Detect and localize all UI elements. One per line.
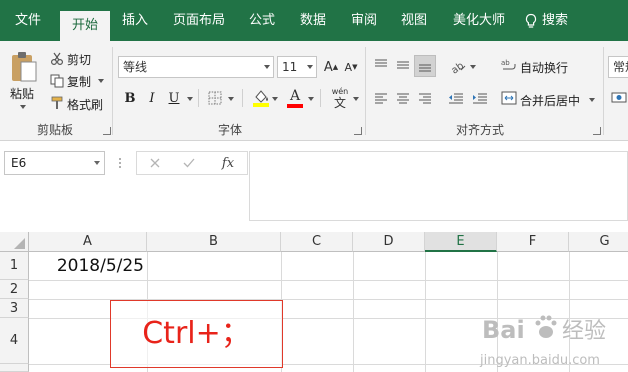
lightbulb-icon: [525, 13, 537, 28]
number-format-select[interactable]: 常规: [608, 56, 628, 78]
tab-home[interactable]: 开始: [60, 11, 110, 41]
format-painter-icon[interactable]: [48, 94, 66, 112]
tab-page-layout[interactable]: 页面布局: [162, 0, 236, 41]
name-box[interactable]: E6: [4, 151, 105, 175]
row-header-5[interactable]: [0, 364, 29, 372]
tab-data[interactable]: 数据: [290, 0, 336, 41]
row-header-1[interactable]: 1: [0, 252, 29, 280]
formula-bar-area: E6 fx: [0, 141, 628, 232]
tab-beautify[interactable]: 美化大师: [444, 0, 514, 41]
tell-me-search[interactable]: 搜索: [524, 0, 588, 41]
ribbon-home: 粘贴 剪切 复制 格式刷 剪贴板 等线 11 A ▲ A ▼ B I U A wén: [0, 41, 628, 141]
tab-insert[interactable]: 插入: [112, 0, 158, 41]
merge-center-icon[interactable]: [500, 89, 518, 107]
font-name-select[interactable]: 等线: [118, 56, 274, 78]
formula-bar-grip-icon: [118, 157, 122, 169]
font-color-icon[interactable]: A: [285, 87, 305, 109]
shortcut-annotation-box: Ctrl+；: [110, 300, 283, 368]
column-header-c[interactable]: C: [281, 232, 353, 252]
clipboard-icon: [12, 52, 37, 82]
copy-icon[interactable]: [48, 72, 66, 90]
align-right-icon[interactable]: [416, 89, 434, 107]
font-size-select[interactable]: 11: [277, 56, 317, 78]
increase-font-icon[interactable]: A ▲: [322, 57, 340, 77]
shortcut-annotation-text: Ctrl+；: [142, 316, 251, 351]
cut-button[interactable]: 剪切: [67, 51, 91, 68]
formula-buttons: fx: [136, 151, 248, 175]
insert-function-button[interactable]: fx: [217, 154, 239, 172]
format-painter-button[interactable]: 格式刷: [67, 96, 103, 113]
svg-text:ab: ab: [501, 59, 510, 67]
cell-a1[interactable]: 2018/5/25: [29, 253, 147, 280]
accounting-format-icon[interactable]: [610, 87, 628, 107]
bold-button[interactable]: B: [122, 88, 138, 108]
select-all-corner[interactable]: [0, 232, 29, 252]
copy-button[interactable]: 复制: [67, 73, 91, 90]
decrease-font-icon[interactable]: A ▼: [342, 57, 360, 77]
column-header-a[interactable]: A: [29, 232, 147, 252]
cut-icon[interactable]: [48, 50, 66, 68]
column-header-f[interactable]: F: [497, 232, 569, 252]
merge-center-button[interactable]: 合并后居中: [520, 92, 580, 109]
paste-button[interactable]: [6, 49, 42, 85]
cancel-entry-icon[interactable]: [147, 155, 163, 171]
column-header-g[interactable]: G: [569, 232, 628, 252]
column-header-e[interactable]: E: [425, 232, 497, 252]
orientation-icon[interactable]: ab: [447, 55, 469, 77]
fill-color-icon[interactable]: [251, 87, 271, 109]
align-top-icon[interactable]: [372, 56, 390, 74]
align-center-icon[interactable]: [394, 89, 412, 107]
tab-file[interactable]: 文件: [0, 0, 56, 41]
alignment-group-label: 对齐方式: [455, 123, 504, 137]
phonetic-guide-icon[interactable]: wén 文: [328, 85, 352, 111]
clipboard-launcher-icon[interactable]: [103, 127, 111, 135]
search-label: 搜索: [542, 13, 569, 28]
row-header-4[interactable]: 4: [0, 318, 29, 364]
row-header-3[interactable]: 3: [0, 299, 29, 318]
font-group-label: 字体: [217, 123, 242, 137]
wrap-text-button[interactable]: 自动换行: [520, 59, 568, 76]
italic-button[interactable]: I: [144, 88, 160, 108]
clipboard-group-label: 剪贴板: [36, 123, 73, 137]
increase-indent-icon[interactable]: [470, 89, 490, 107]
font-launcher-icon[interactable]: [354, 127, 362, 135]
borders-icon[interactable]: [206, 89, 224, 107]
alignment-launcher-icon[interactable]: [593, 127, 601, 135]
column-header-b[interactable]: B: [147, 232, 281, 252]
align-left-icon[interactable]: [372, 89, 390, 107]
align-middle-icon[interactable]: [394, 56, 412, 74]
formula-input[interactable]: [249, 151, 628, 221]
tab-formulas[interactable]: 公式: [240, 0, 284, 41]
confirm-entry-icon[interactable]: [181, 155, 197, 171]
paste-label: 粘贴: [10, 87, 35, 101]
align-bottom-icon[interactable]: [414, 55, 436, 77]
tab-view[interactable]: 视图: [392, 0, 436, 41]
decrease-indent-icon[interactable]: [446, 89, 466, 107]
tab-review[interactable]: 审阅: [342, 0, 386, 41]
wrap-text-icon[interactable]: ab: [500, 56, 518, 74]
underline-button[interactable]: U: [166, 88, 182, 108]
column-header-d[interactable]: D: [353, 232, 425, 252]
row-header-2[interactable]: 2: [0, 280, 29, 299]
worksheet-grid[interactable]: A B C D E F G 1 2 3 4 2018/5/25 Ctrl+；: [0, 232, 628, 372]
ribbon-tab-bar: 文件 开始 插入 页面布局 公式 数据 审阅 视图 美化大师 搜索: [0, 0, 628, 41]
